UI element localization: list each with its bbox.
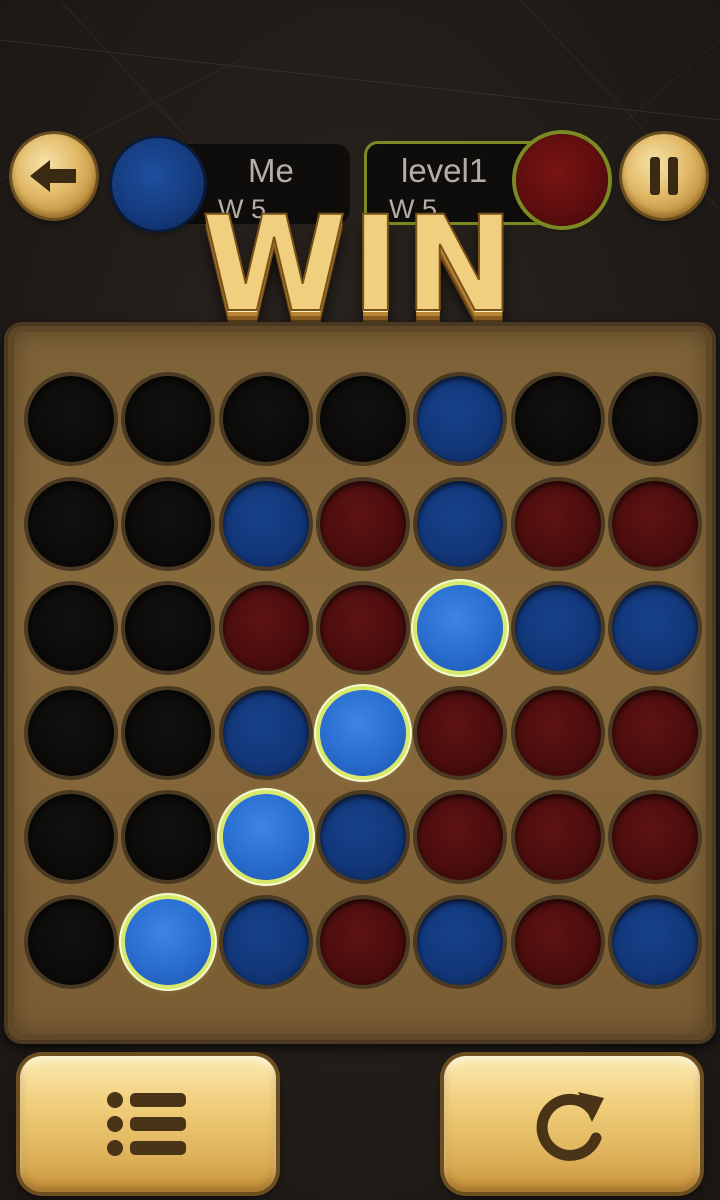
board-cell-red[interactable] bbox=[319, 585, 406, 671]
board-cell-empty[interactable] bbox=[514, 376, 601, 462]
board-cell-empty[interactable] bbox=[125, 480, 212, 567]
board-cell-empty[interactable] bbox=[611, 376, 698, 462]
board-cell-winning-disc[interactable] bbox=[222, 794, 309, 880]
board-cell-empty[interactable] bbox=[28, 376, 114, 462]
board-cell-red[interactable] bbox=[417, 794, 504, 880]
board-cell-blue[interactable] bbox=[611, 585, 698, 671]
game-board[interactable] bbox=[4, 322, 716, 1044]
board-cell-winning-disc[interactable] bbox=[417, 585, 504, 671]
board-cell-winning-disc[interactable] bbox=[125, 898, 212, 985]
board-cell-blue[interactable] bbox=[417, 376, 504, 462]
board-cell-blue[interactable] bbox=[222, 689, 309, 776]
board-cell-red[interactable] bbox=[514, 480, 601, 567]
board-cell-empty[interactable] bbox=[28, 480, 114, 567]
board-cell-empty[interactable] bbox=[319, 376, 406, 462]
board-cell-red[interactable] bbox=[611, 480, 698, 567]
board-cell-blue[interactable] bbox=[611, 898, 698, 985]
board-cell-red[interactable] bbox=[514, 689, 601, 776]
board-cell-blue[interactable] bbox=[222, 480, 309, 567]
board-cell-blue[interactable] bbox=[222, 898, 309, 985]
board-cell-empty[interactable] bbox=[28, 689, 114, 776]
board-cell-blue[interactable] bbox=[417, 480, 504, 567]
board-cell-empty[interactable] bbox=[125, 794, 212, 880]
board-cell-empty[interactable] bbox=[222, 376, 309, 462]
board-cell-red[interactable] bbox=[514, 794, 601, 880]
board-cell-red[interactable] bbox=[417, 689, 504, 776]
board-cell-red[interactable] bbox=[222, 585, 309, 671]
board-cell-red[interactable] bbox=[611, 689, 698, 776]
menu-button[interactable] bbox=[20, 1056, 276, 1192]
board-cell-blue[interactable] bbox=[514, 585, 601, 671]
board-cell-red[interactable] bbox=[319, 898, 406, 985]
board-cell-empty[interactable] bbox=[125, 376, 212, 462]
board-cell-blue[interactable] bbox=[417, 898, 504, 985]
player-name: Me bbox=[248, 152, 294, 189]
opponent-name: level1 bbox=[401, 152, 488, 189]
board-cell-red[interactable] bbox=[514, 898, 601, 985]
board-cell-empty[interactable] bbox=[125, 689, 212, 776]
board-cell-red[interactable] bbox=[611, 794, 698, 880]
board-cell-empty[interactable] bbox=[28, 898, 114, 985]
board-cell-empty[interactable] bbox=[28, 585, 114, 671]
win-title: WIN bbox=[200, 188, 519, 342]
restart-icon bbox=[536, 1092, 604, 1161]
restart-button[interactable] bbox=[444, 1056, 700, 1192]
board-cell-empty[interactable] bbox=[28, 794, 114, 880]
board-cell-winning-disc[interactable] bbox=[319, 689, 406, 776]
list-icon bbox=[107, 1092, 186, 1156]
board-cell-blue[interactable] bbox=[319, 794, 406, 880]
board-cell-red[interactable] bbox=[319, 480, 406, 567]
board-cell-empty[interactable] bbox=[125, 585, 212, 671]
